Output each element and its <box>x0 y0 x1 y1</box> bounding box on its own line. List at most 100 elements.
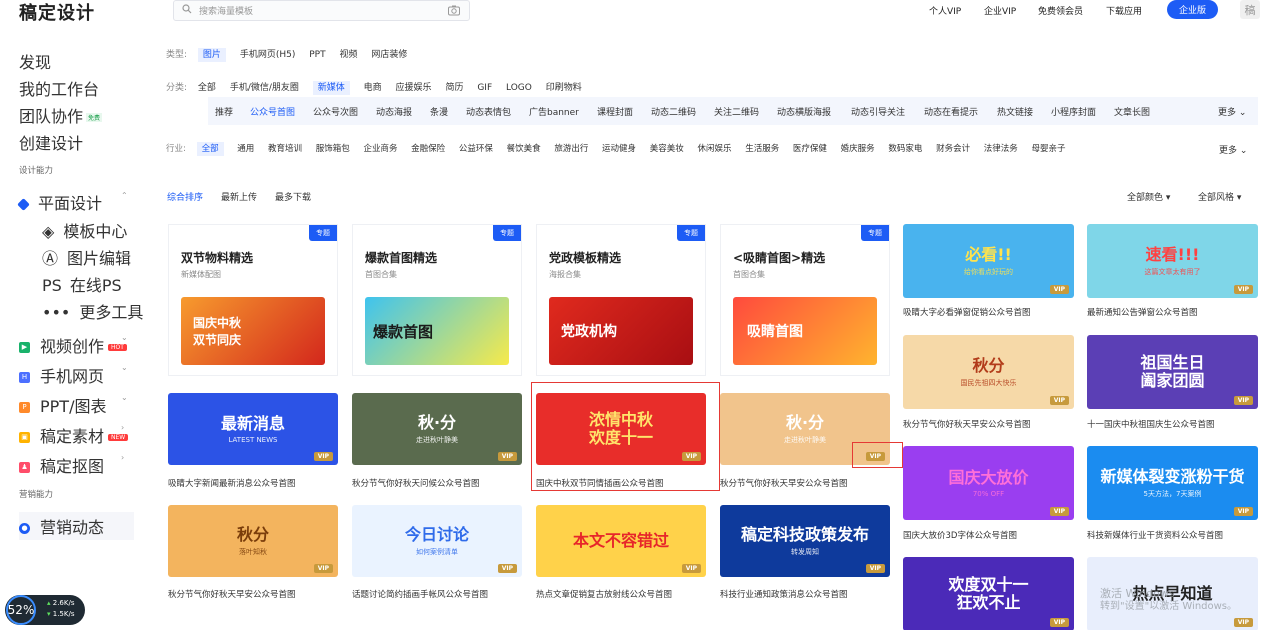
nav-download-app[interactable]: 下载应用 <box>1106 4 1142 17</box>
filter-category-option[interactable]: 简历 <box>445 83 463 93</box>
filter-category-option[interactable]: 电商 <box>364 83 382 93</box>
template-thumbnail[interactable]: 稿定科技政策发布 转发周知 VIP <box>720 505 890 577</box>
logo[interactable]: 稿定设计 <box>19 0 95 25</box>
nav-personal-vip[interactable]: 个人VIP <box>929 4 961 17</box>
filter-industry-option[interactable]: 休闲娱乐 <box>697 144 731 154</box>
filter-category-option[interactable]: LOGO <box>506 83 532 93</box>
style-filter-dropdown[interactable]: 全部风格 ▾ <box>1198 190 1241 203</box>
sidebar-item-discover[interactable]: 发现 <box>19 49 51 73</box>
sidebar-item-image-edit[interactable]: Ⓐ 图片编辑 <box>42 245 131 269</box>
filter-category-option[interactable]: 印刷物料 <box>546 83 582 93</box>
template-caption[interactable]: 热点文章促销复古放射线公众号首图 <box>536 588 672 600</box>
chevron-right-icon[interactable]: › <box>121 423 124 432</box>
chevron-right-icon[interactable]: › <box>121 453 124 462</box>
filter-category-option[interactable]: 全部 <box>198 83 216 93</box>
subcategory-option[interactable]: 动态在看提示 <box>924 105 978 118</box>
enterprise-button[interactable]: 企业版 <box>1167 0 1218 19</box>
sidebar-item-workspace[interactable]: 我的工作台 <box>19 76 99 100</box>
template-thumbnail[interactable]: 最新消息 LATEST NEWS VIP <box>168 393 338 465</box>
template-caption[interactable]: 吸睛大字新闻最新消息公众号首图 <box>168 477 296 489</box>
filter-category-option[interactable]: GIF <box>477 83 492 93</box>
filter-type-option[interactable]: 视频 <box>339 50 357 60</box>
filter-industry-option[interactable]: 旅游出行 <box>554 144 588 154</box>
filter-industry-option[interactable]: 餐饮美食 <box>507 144 541 154</box>
filter-industry-option[interactable]: 运动健身 <box>602 144 636 154</box>
template-caption[interactable]: 秋分节气你好秋天问候公众号首图 <box>352 477 480 489</box>
sidebar-item-marketing[interactable]: ● 营销动态 <box>19 512 135 540</box>
filter-industry-option[interactable]: 全部 <box>196 142 224 156</box>
template-thumbnail[interactable]: 必看!! 给你看点好玩的 VIP <box>903 224 1074 298</box>
subcategory-option[interactable]: 动态表情包 <box>466 105 511 118</box>
sidebar-item-h5[interactable]: H 手机网页 <box>19 363 104 387</box>
color-filter-dropdown[interactable]: 全部颜色 ▾ <box>1127 190 1170 203</box>
template-thumbnail[interactable]: 欢度双十一 狂欢不止 VIP <box>903 557 1074 630</box>
filter-industry-option[interactable]: 服饰箱包 <box>316 144 350 154</box>
template-caption[interactable]: 国庆大放价3D字体公众号首图 <box>903 529 1017 541</box>
network-speed-widget[interactable]: 52% ▴ 2.6K/s ▾ 1.5K/s <box>5 595 85 625</box>
topic-card[interactable]: 专题 爆款首图精选 首图合集 爆款首图 <box>352 224 522 376</box>
filter-industry-option[interactable]: 医疗保健 <box>793 144 827 154</box>
filter-industry-option[interactable]: 美容美妆 <box>650 144 684 154</box>
subcategory-option[interactable]: 公众号次图 <box>313 105 358 118</box>
sidebar-item-team[interactable]: 团队协作 免费 <box>19 103 103 127</box>
template-thumbnail[interactable]: 国庆大放价 70% OFF VIP <box>903 446 1074 520</box>
search-input[interactable]: 搜索海量模板 <box>173 0 470 21</box>
filter-category-option[interactable]: 新媒体 <box>312 81 350 95</box>
chevron-down-icon[interactable]: ⌄ <box>121 393 128 402</box>
template-thumbnail[interactable]: 秋分 落叶知秋 VIP <box>168 505 338 577</box>
template-thumbnail[interactable]: 祖国生日 阖家团圆 VIP <box>1087 335 1258 409</box>
sidebar-item-ppt[interactable]: P PPT/图表 <box>19 393 106 417</box>
template-thumbnail[interactable]: 速看!!! 这篇文章太有用了 VIP <box>1087 224 1258 298</box>
template-thumbnail[interactable]: 新媒体裂变涨粉干货 5天方法，7天案例 VIP <box>1087 446 1258 520</box>
sidebar-item-templates[interactable]: ◈ 模板中心 <box>42 218 127 242</box>
filter-type-option[interactable]: 手机网页(H5) <box>240 50 296 60</box>
template-thumbnail[interactable]: 秋分 国民先祖四大快乐 VIP <box>903 335 1074 409</box>
chevron-down-icon[interactable]: ⌄ <box>121 363 128 372</box>
subcategory-option[interactable]: 热文链接 <box>997 105 1033 118</box>
template-thumbnail[interactable]: 秋·分 走进秋叶静美 VIP <box>352 393 522 465</box>
subcategory-option[interactable]: 推荐 <box>215 105 233 118</box>
avatar[interactable]: 稿 <box>1240 0 1260 19</box>
more-industries[interactable]: 更多 ⌄ <box>1219 143 1247 156</box>
filter-type-option[interactable]: 图片 <box>197 48 226 62</box>
filter-type-option[interactable]: PPT <box>309 50 325 60</box>
template-caption[interactable]: 最新通知公告弹窗公众号首图 <box>1087 306 1198 318</box>
subcategory-option[interactable]: 广告banner <box>529 105 579 118</box>
filter-category-option[interactable]: 手机/微信/朋友圈 <box>230 83 299 93</box>
filter-type-option[interactable]: 网店装修 <box>371 50 407 60</box>
sidebar-item-graphic-design[interactable]: 平面设计 <box>17 190 102 214</box>
topic-card[interactable]: 专题 <吸睛首图>精选 首图合集 吸睛首图 <box>720 224 890 376</box>
filter-industry-option[interactable]: 公益环保 <box>459 144 493 154</box>
subcategory-option[interactable]: 小程序封面 <box>1051 105 1096 118</box>
filter-industry-option[interactable]: 财务会计 <box>936 144 970 154</box>
filter-industry-option[interactable]: 生活服务 <box>745 144 779 154</box>
template-caption[interactable]: 秋分节气你好秋天早安公众号首图 <box>903 418 1031 430</box>
subcategory-option[interactable]: 文章长图 <box>1114 105 1150 118</box>
filter-industry-option[interactable]: 企业商务 <box>363 144 397 154</box>
filter-industry-option[interactable]: 教育培训 <box>268 144 302 154</box>
template-caption[interactable]: 十一国庆中秋祖国庆生公众号首图 <box>1087 418 1215 430</box>
nav-free-member[interactable]: 免费领会员 <box>1038 4 1083 17</box>
filter-industry-option[interactable]: 金融保险 <box>411 144 445 154</box>
topic-card[interactable]: 专题 双节物料精选 新媒体配图 国庆中秋 双节同庆 <box>168 224 338 376</box>
sidebar-item-materials[interactable]: ▣ 稿定素材 NEW <box>19 423 129 447</box>
template-thumbnail[interactable]: 本文不容错过 VIP <box>536 505 706 577</box>
chevron-up-icon[interactable]: ⌃ <box>121 191 128 200</box>
template-caption[interactable]: 科技新媒体行业干货资料公众号首图 <box>1087 529 1223 541</box>
sidebar-item-create[interactable]: 创建设计 <box>19 130 83 154</box>
subcategory-option-active[interactable]: 公众号首图 <box>250 105 295 118</box>
camera-icon[interactable] <box>448 5 460 19</box>
subcategory-option[interactable]: 动态横版海报 <box>777 105 831 118</box>
nav-enterprise-vip[interactable]: 企业VIP <box>984 4 1016 17</box>
subcategory-option[interactable]: 动态二维码 <box>651 105 696 118</box>
subcategory-option[interactable]: 关注二维码 <box>714 105 759 118</box>
chevron-down-icon[interactable]: ⌄ <box>121 333 128 342</box>
subcategory-option[interactable]: 条漫 <box>430 105 448 118</box>
sidebar-item-video[interactable]: ▶ 视频创作 HOT <box>19 333 127 357</box>
filter-industry-option[interactable]: 通用 <box>237 144 254 154</box>
sidebar-item-more-tools[interactable]: ••• 更多工具 <box>42 299 143 323</box>
filter-industry-option[interactable]: 母婴亲子 <box>1032 144 1066 154</box>
filter-industry-option[interactable]: 法律法务 <box>984 144 1018 154</box>
subcategory-option[interactable]: 课程封面 <box>597 105 633 118</box>
sort-tab[interactable]: 最新上传 <box>221 190 257 203</box>
